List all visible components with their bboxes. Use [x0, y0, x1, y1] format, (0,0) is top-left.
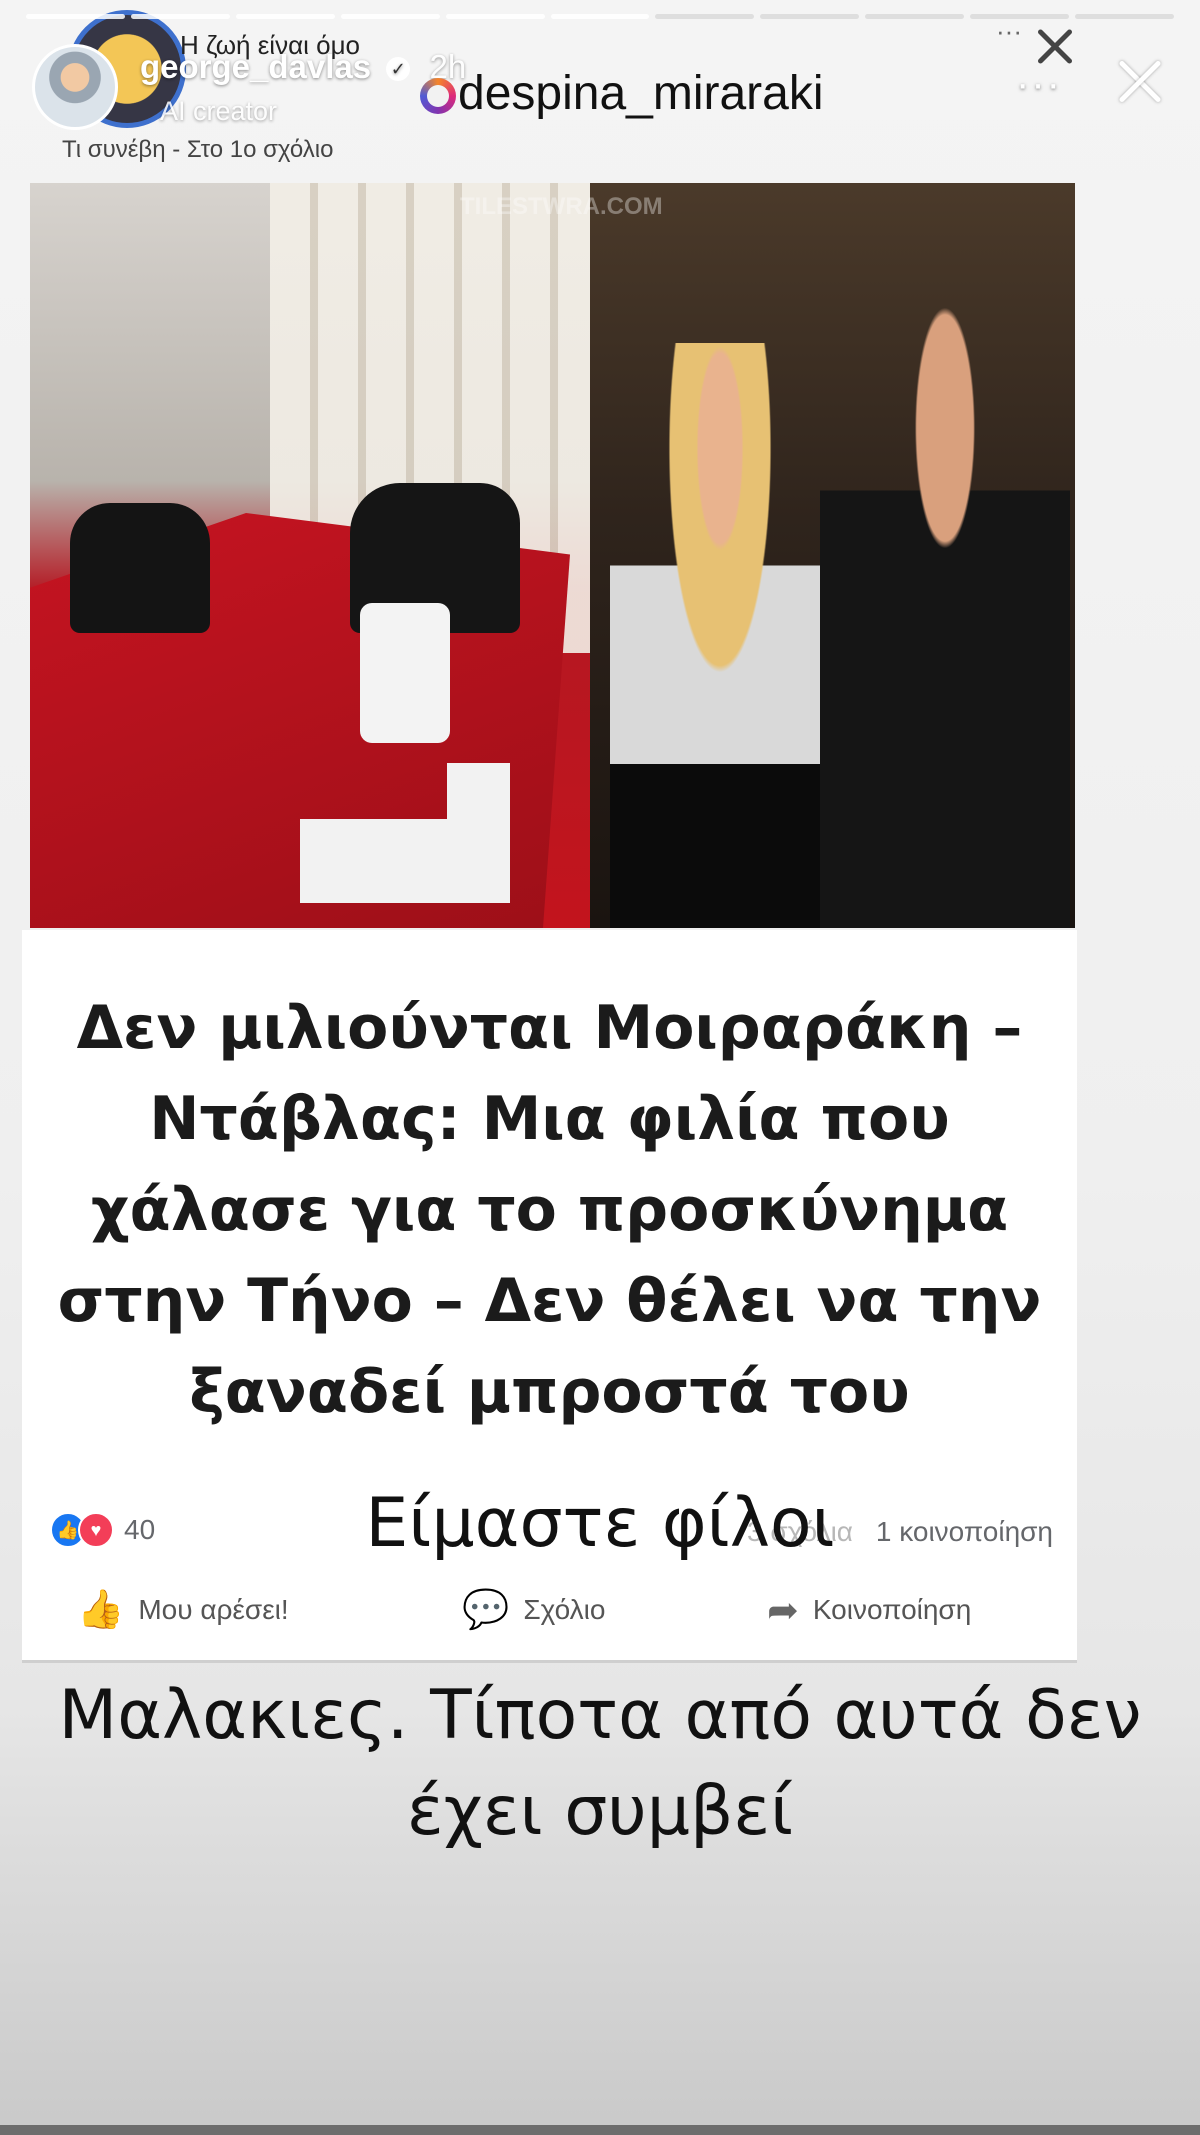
progress-segment	[340, 14, 440, 19]
share-label: Κοινοποίηση	[812, 1594, 972, 1625]
post-photo: TILESTWRA.COM	[30, 183, 1075, 928]
post-actions: 👍 Μου αρέσει! 💬 Σχόλιο ➦ Κοινοποίηση	[22, 1580, 1077, 1640]
photo-person-legs	[360, 603, 450, 743]
story-subtitle: AI creator	[160, 96, 278, 126]
progress-segment	[970, 14, 1070, 19]
story-text-line-1: Είμαστε φίλοι	[365, 1484, 835, 1563]
bottom-bar	[0, 2125, 1200, 2135]
username-text: george_davlas	[140, 48, 372, 85]
progress-segment	[760, 14, 860, 19]
story-username[interactable]: george_davlas ✓ 2h	[140, 48, 466, 86]
progress-segment	[26, 14, 125, 19]
like-button[interactable]: 👍 Μου αρέσει!	[77, 1580, 289, 1640]
page-subtitle: Τι συνέβη - Στο 1ο σχόλιο	[62, 136, 334, 163]
like-label: Μου αρέσει!	[138, 1594, 289, 1625]
progress-segment	[445, 14, 545, 19]
verified-icon: ✓	[386, 57, 411, 82]
comment-button[interactable]: 💬 Σχόλιο	[462, 1580, 605, 1640]
close-icon[interactable]	[1108, 50, 1172, 114]
story-progress	[26, 14, 1174, 19]
share-button[interactable]: ➦ Κοινοποίηση	[767, 1580, 971, 1640]
photo-woman	[610, 343, 830, 928]
more-options-icon[interactable]: ···	[1016, 62, 1062, 107]
post-more-icon: ···	[996, 16, 1022, 46]
comment-icon: 💬	[462, 1589, 510, 1631]
photo-person-kneeling	[70, 503, 210, 633]
mention-handle: despina_miraraki	[458, 67, 824, 120]
headline-text: Δεν μιλιούνται Μοιραράκη – Ντάβλας: Μια …	[57, 992, 1042, 1427]
story-avatar[interactable]	[32, 44, 118, 130]
share-icon: ➦	[767, 1589, 799, 1632]
progress-segment	[550, 14, 650, 19]
progress-segment	[130, 14, 230, 19]
progress-segment	[865, 14, 965, 19]
progress-segment	[235, 14, 335, 19]
mention-sticker[interactable]: despina_miraraki	[420, 66, 824, 121]
photo-man	[820, 303, 1070, 928]
story-text-line-2: Μαλακιες. Τίποτα από αυτά δεν έχει συμβε…	[58, 1676, 1142, 1851]
headline-card: Δεν μιλιούνται Μοιραράκη – Ντάβλας: Μια …	[22, 930, 1077, 1490]
photo-watermark: TILESTWRA.COM	[460, 193, 663, 220]
threads-icon	[420, 78, 456, 115]
thumbs-up-icon: 👍	[77, 1589, 125, 1631]
progress-segment	[655, 14, 755, 19]
progress-segment	[1075, 14, 1174, 19]
comment-label: Σχόλιο	[523, 1594, 606, 1625]
